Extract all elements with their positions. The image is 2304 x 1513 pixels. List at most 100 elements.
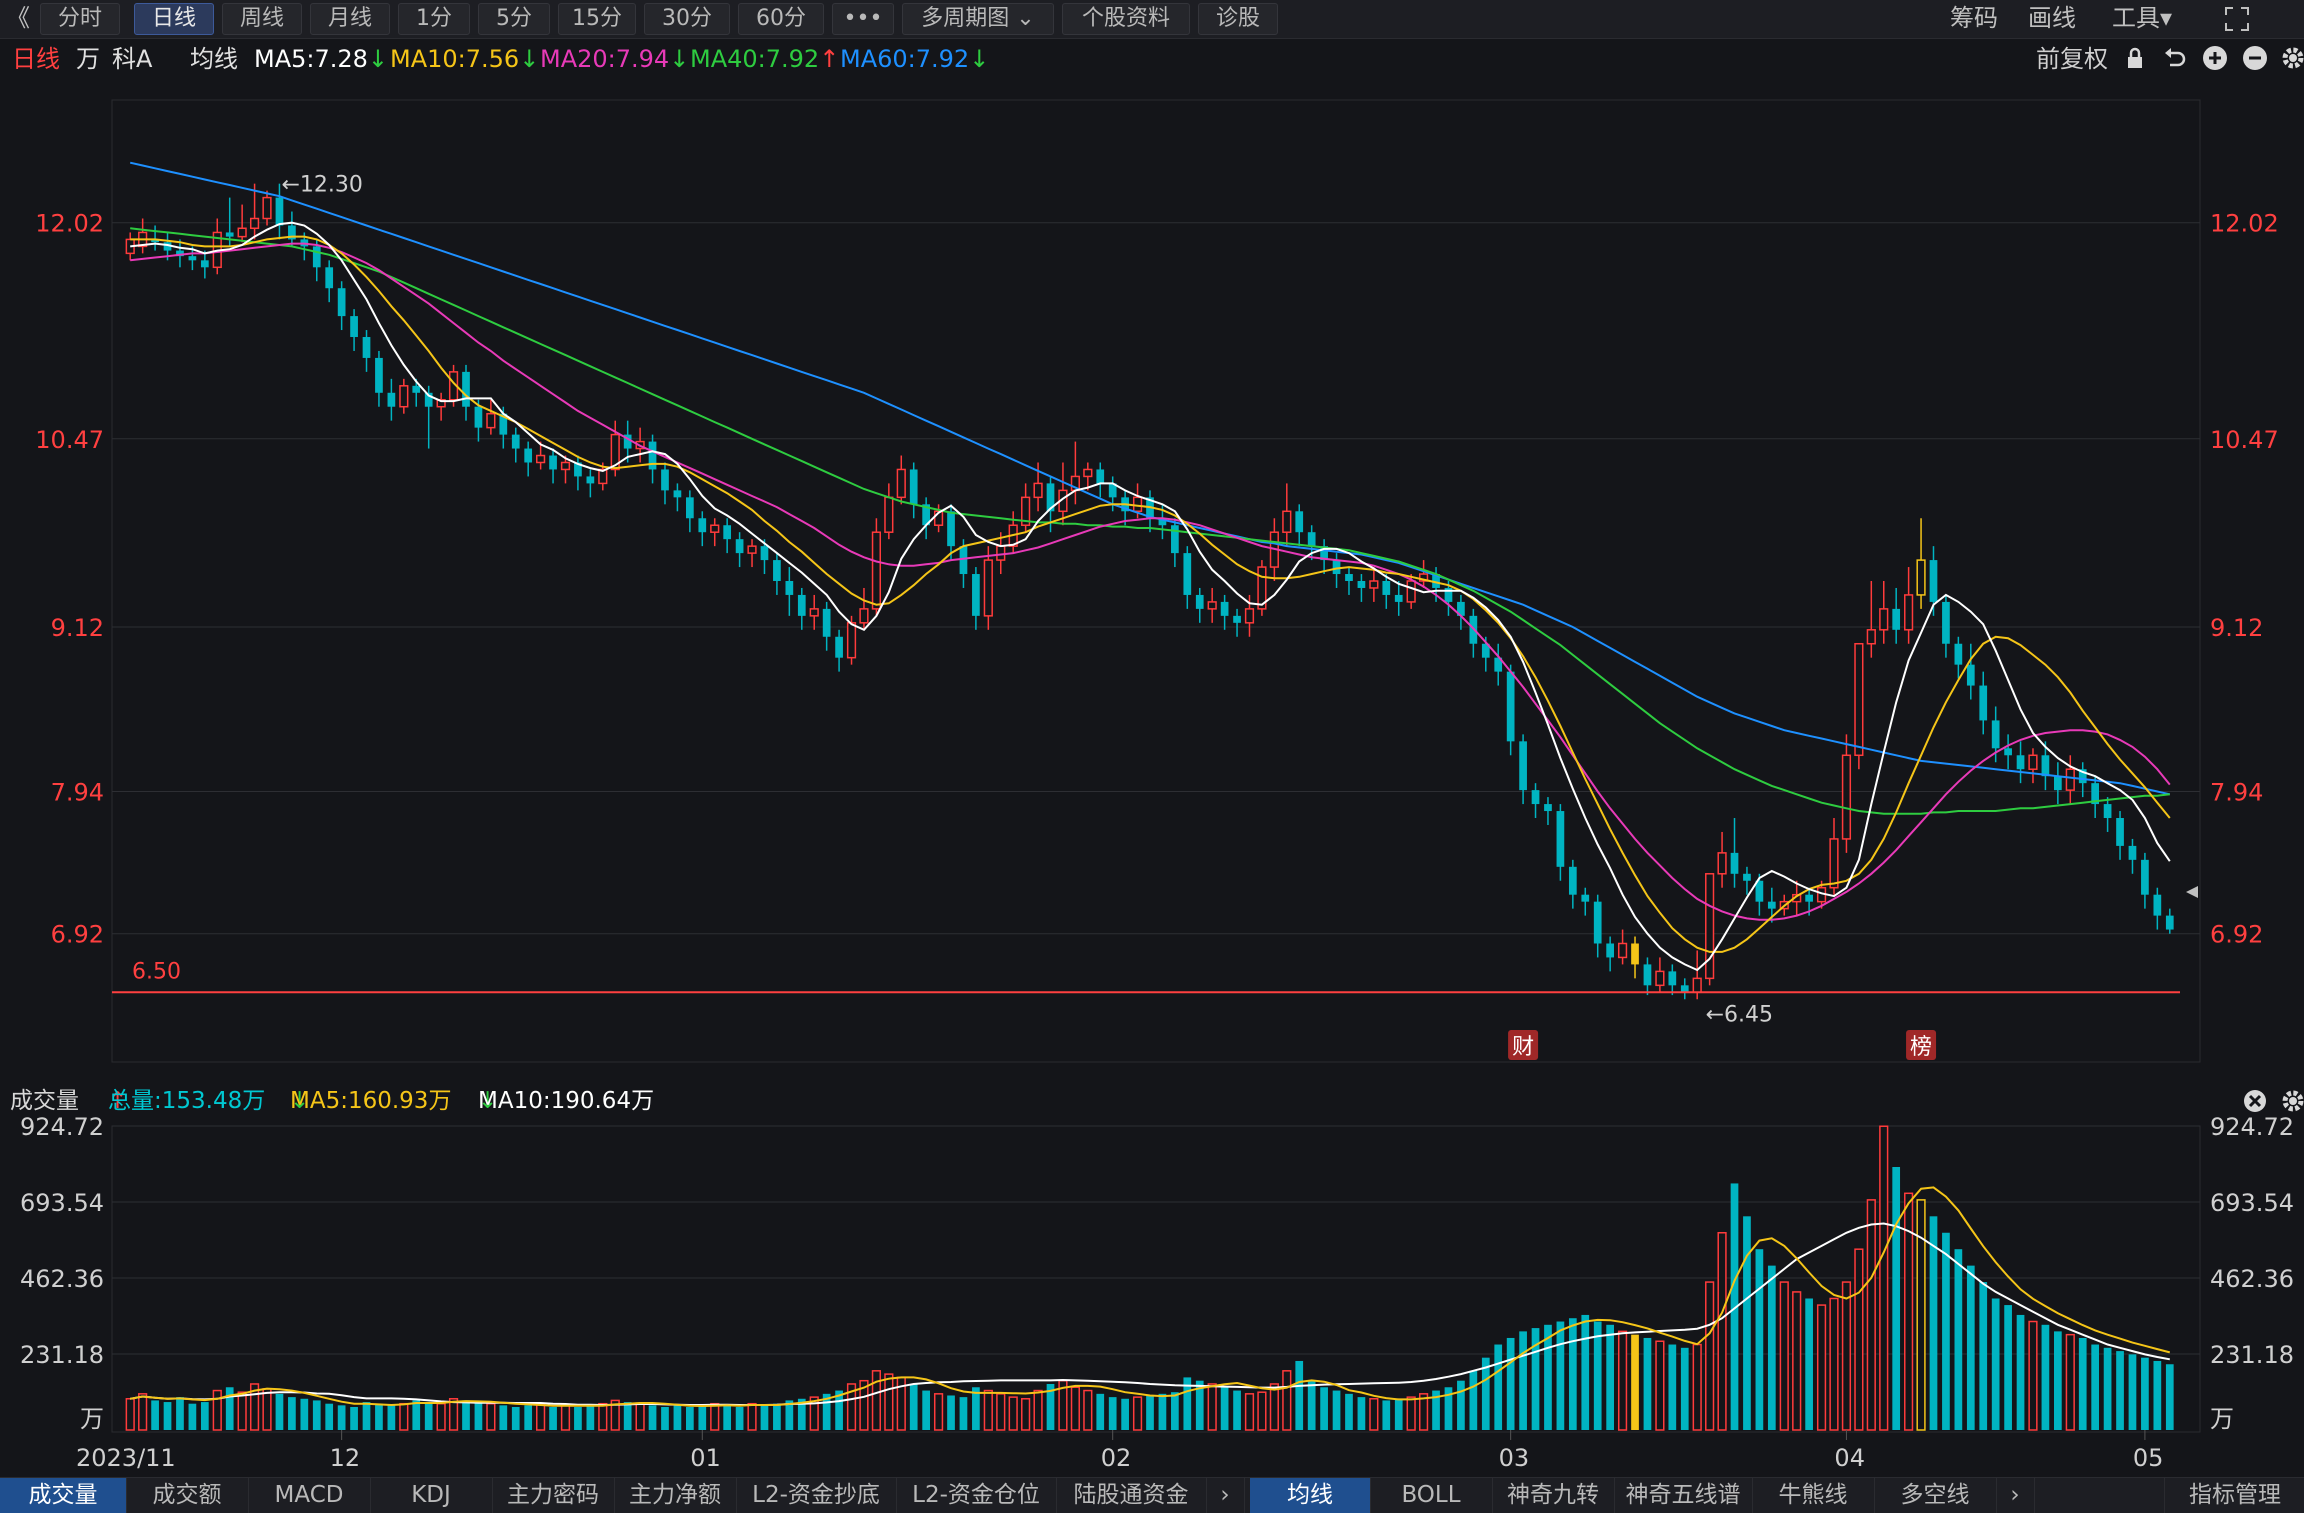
candle-body [375,357,383,393]
candle-body [947,511,955,547]
volume-bar [1332,1390,1341,1430]
volume-bar [635,1402,645,1431]
volume-bar [598,1402,608,1431]
tab-nine-turn[interactable]: 神奇九转 [1492,1478,1615,1513]
chevron-right-icon[interactable]: › [1996,1478,2035,1513]
volume-bar [549,1406,557,1430]
tab-boll[interactable]: BOLL [1370,1478,1493,1513]
volume-bar [524,1405,533,1430]
volume-bar [1457,1380,1465,1430]
candle-body [1183,553,1192,595]
tab-turnover[interactable]: 成交额 [126,1478,249,1513]
volume-bar [1966,1265,1975,1430]
volume-bar [871,1370,882,1431]
volume-bar [536,1402,546,1431]
volume-bar [933,1393,944,1431]
tab-main-net[interactable]: 主力净额 [614,1478,737,1513]
volume-bar [1406,1396,1416,1431]
candle-body [2165,915,2174,930]
tab-l2-position[interactable]: L2-资金仓位 [896,1478,1057,1513]
financial-report-marker[interactable]: 财 [1512,1035,1534,1060]
volume-bar [1892,1167,1901,1430]
volume-bar [1854,1248,1864,1431]
tab-macd[interactable]: MACD [248,1478,371,1513]
tab-bull-bear[interactable]: 牛熊线 [1752,1478,1875,1513]
volume-bar [176,1397,184,1430]
volume-bar [1692,1343,1702,1431]
volume-bar [387,1405,396,1430]
candle-body [312,246,321,268]
volume-bar [1295,1360,1304,1430]
volume-bar [1369,1398,1379,1431]
volume-bar [1568,1318,1577,1430]
volume-bar [1617,1330,1628,1431]
candle-body [1966,664,1975,686]
candle-body [1519,741,1527,791]
candle-body [723,525,732,540]
indicator-tabs: 成交量 成交额 MACD KDJ 主力密码 主力净额 L2-资金抄底 L2-资金… [0,1477,2304,1513]
volume-bar [1680,1347,1689,1430]
price-tick-label: 9.12 [2210,614,2263,642]
volume-bar [1158,1393,1167,1430]
indicator-manage-button[interactable]: 指标管理 [2164,1478,2304,1513]
tab-hk-connect[interactable]: 陆股通资金 [1056,1478,1207,1513]
candle-body [1954,643,1963,665]
volume-bar [1269,1383,1279,1431]
date-tick-label: 05 [2133,1444,2164,1472]
candle-body [2028,754,2038,770]
candle-body [1406,580,1416,603]
tab-five-line[interactable]: 神奇五线谱 [1614,1478,1753,1513]
volume-bar [1108,1397,1117,1430]
candle-body [1904,594,1914,631]
volume-bar [1904,1192,1914,1431]
tab-long-short[interactable]: 多空线 [1874,1478,1997,1513]
tab-main-code[interactable]: 主力密码 [492,1478,615,1513]
candle-body [896,468,906,499]
candle-body [1743,873,1751,881]
volume-bar [773,1403,781,1430]
date-tick-label: 04 [1834,1444,1865,1472]
candle-body [909,469,918,505]
tab-l2-bottom[interactable]: L2-资金抄底 [736,1478,897,1513]
volume-bar [2053,1331,2062,1430]
volume-bar [922,1390,931,1430]
candle-body [225,232,234,237]
candle-body [1717,852,1727,875]
rank-list-marker[interactable]: 榜 [1910,1035,1932,1060]
tab-kdj[interactable]: KDJ [370,1478,493,1513]
volume-bar [2128,1354,2137,1430]
candle-body [1805,894,1813,902]
candle-body [325,267,334,289]
candle-body [1096,469,1105,484]
volume-bar [1171,1392,1179,1430]
candle-body [1991,720,2000,749]
candle-body [1942,601,1950,644]
volume-bar [1705,1281,1715,1431]
candle-body [412,385,421,393]
volume-tick-label: 693.54 [2210,1189,2294,1217]
candle-body [237,227,247,238]
tab-volume[interactable]: 成交量 [0,1478,127,1513]
volume-bar [747,1402,757,1431]
candle-body [1369,580,1379,589]
candle-body [524,448,533,463]
tab-ma[interactable]: 均线 [1250,1478,1371,1513]
candle-body [2153,894,2162,916]
chevron-right-icon[interactable]: › [1206,1478,1245,1513]
candle-body [2016,755,2025,770]
candle-body [685,497,694,519]
high-price-label: ←12.30 [281,173,362,198]
candle-body [1866,629,1876,645]
date-tick-label: 2023/11 [76,1444,176,1472]
volume-bar [1506,1337,1515,1430]
kline-chart[interactable]: 12.02 12.02 10.47 10.47 9.12 9.12 7.94 7.94 6.92… [0,0,2304,1477]
volume-bar [623,1402,632,1430]
volume-bar [2153,1360,2162,1430]
candle-body [2041,755,2050,777]
candle-body [2128,845,2137,860]
candle-body [1643,964,1652,986]
volume-bar [735,1406,744,1430]
candle-body [809,608,819,617]
volume-tick-label: 231.18 [20,1341,104,1369]
volume-bar [1394,1398,1403,1430]
